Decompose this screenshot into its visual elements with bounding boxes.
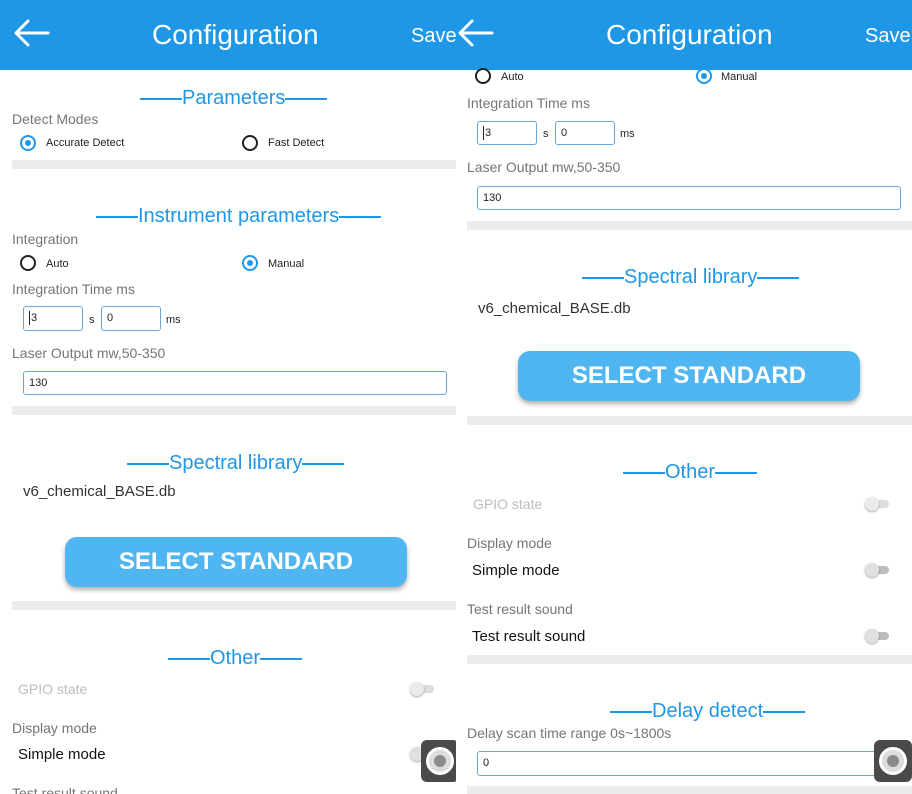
- display-mode-label: Display mode: [467, 535, 552, 551]
- library-file-name: v6_chemical_BASE.db: [23, 483, 176, 500]
- test-result-sound-label: Test result sound: [12, 785, 118, 794]
- laser-output-input[interactable]: 130: [23, 371, 447, 395]
- back-arrow-icon[interactable]: [456, 16, 496, 50]
- laser-output-label: Laser Output mw,50-350: [12, 345, 166, 361]
- integration-seconds-input[interactable]: 3: [477, 121, 537, 145]
- save-button[interactable]: Save: [411, 25, 456, 48]
- section-header-other: Other: [623, 461, 758, 484]
- divider: [12, 406, 456, 415]
- section-header-spectral: Spectral library: [582, 266, 800, 289]
- input-value: 3: [485, 127, 492, 139]
- seconds-unit: s: [543, 128, 549, 140]
- test-result-sound-value: Test result sound: [472, 628, 586, 645]
- input-value: 3: [31, 312, 38, 324]
- auto-radio[interactable]: [20, 255, 36, 271]
- ms-unit: ms: [620, 128, 635, 140]
- laser-output-input[interactable]: 130: [477, 186, 901, 210]
- integration-time-label: Integration Time ms: [467, 95, 590, 111]
- page-title: Configuration: [152, 19, 319, 50]
- back-arrow-icon[interactable]: [12, 16, 52, 50]
- divider: [12, 601, 456, 610]
- select-standard-library-button[interactable]: SELECT STANDARD LIBRARY: [65, 537, 407, 625]
- manual-radio[interactable]: [242, 255, 258, 271]
- divider: [467, 416, 912, 425]
- divider: [467, 221, 912, 230]
- gpio-state-toggle[interactable]: [865, 497, 889, 511]
- delay-scan-label: Delay scan time range 0s~1800s: [467, 725, 672, 741]
- assistive-touch-icon[interactable]: [421, 740, 456, 782]
- library-file-name: v6_chemical_BASE.db: [478, 300, 631, 317]
- section-header-spectral: Spectral library: [127, 452, 345, 475]
- display-mode-label: Display mode: [12, 720, 97, 736]
- gpio-state-label: GPIO state: [18, 681, 88, 697]
- divider: [467, 786, 912, 794]
- display-mode-toggle[interactable]: [865, 563, 889, 577]
- app-header: Configuration Save: [0, 0, 456, 70]
- laser-output-label: Laser Output mw,50-350: [467, 159, 621, 175]
- app-header: Configuration Save: [456, 0, 912, 70]
- save-button[interactable]: Save: [865, 25, 911, 48]
- section-title: Delay detect: [652, 700, 764, 722]
- manual-radio[interactable]: [696, 68, 712, 84]
- integration-ms-input[interactable]: 0: [555, 121, 615, 145]
- detect-modes-label: Detect Modes: [12, 111, 99, 127]
- section-title: Other: [210, 647, 261, 669]
- assistive-touch-icon[interactable]: [874, 740, 912, 782]
- select-standard-library-button[interactable]: SELECT STANDARD LIBRARY: [518, 351, 860, 439]
- display-mode-value: Simple mode: [472, 562, 560, 579]
- section-header-parameters: Parameters: [140, 87, 328, 110]
- accurate-detect-radio[interactable]: [20, 135, 36, 151]
- fast-detect-radio[interactable]: [242, 135, 258, 151]
- auto-label: Auto: [501, 71, 524, 83]
- gpio-state-label: GPIO state: [473, 496, 543, 512]
- left-screen: Configuration Save Parameters Detect Mod…: [0, 0, 456, 794]
- section-header-instrument: Instrument parameters: [96, 205, 382, 228]
- section-title: Parameters: [182, 87, 286, 109]
- divider: [12, 160, 456, 169]
- integration-seconds-input[interactable]: 3: [23, 306, 83, 331]
- section-title: Other: [665, 461, 716, 483]
- manual-label: Manual: [268, 258, 305, 270]
- display-mode-value: Simple mode: [18, 746, 106, 763]
- test-result-sound-label: Test result sound: [467, 601, 573, 617]
- integration-ms-input[interactable]: 0: [101, 306, 161, 331]
- ms-unit: ms: [166, 314, 181, 326]
- section-title: Instrument parameters: [138, 205, 340, 227]
- auto-radio[interactable]: [475, 68, 491, 84]
- section-header-other: Other: [168, 647, 303, 670]
- section-title: Spectral library: [624, 266, 758, 288]
- delay-scan-input[interactable]: 0: [477, 751, 901, 776]
- page-title: Configuration: [606, 19, 773, 50]
- fast-detect-label: Fast Detect: [268, 137, 325, 149]
- section-header-delay: Delay detect: [610, 700, 806, 723]
- integration-time-label: Integration Time ms: [12, 281, 135, 297]
- section-title: Spectral library: [169, 452, 303, 474]
- manual-label: Manual: [721, 71, 758, 83]
- seconds-unit: s: [89, 314, 95, 326]
- right-screen: Configuration Save Auto Manual Integrati…: [456, 0, 912, 794]
- test-result-sound-toggle[interactable]: [865, 629, 889, 643]
- accurate-detect-label: Accurate Detect: [46, 137, 125, 149]
- divider: [467, 655, 912, 664]
- gpio-state-toggle[interactable]: [410, 682, 434, 696]
- auto-label: Auto: [46, 258, 69, 270]
- integration-label: Integration: [12, 231, 79, 247]
